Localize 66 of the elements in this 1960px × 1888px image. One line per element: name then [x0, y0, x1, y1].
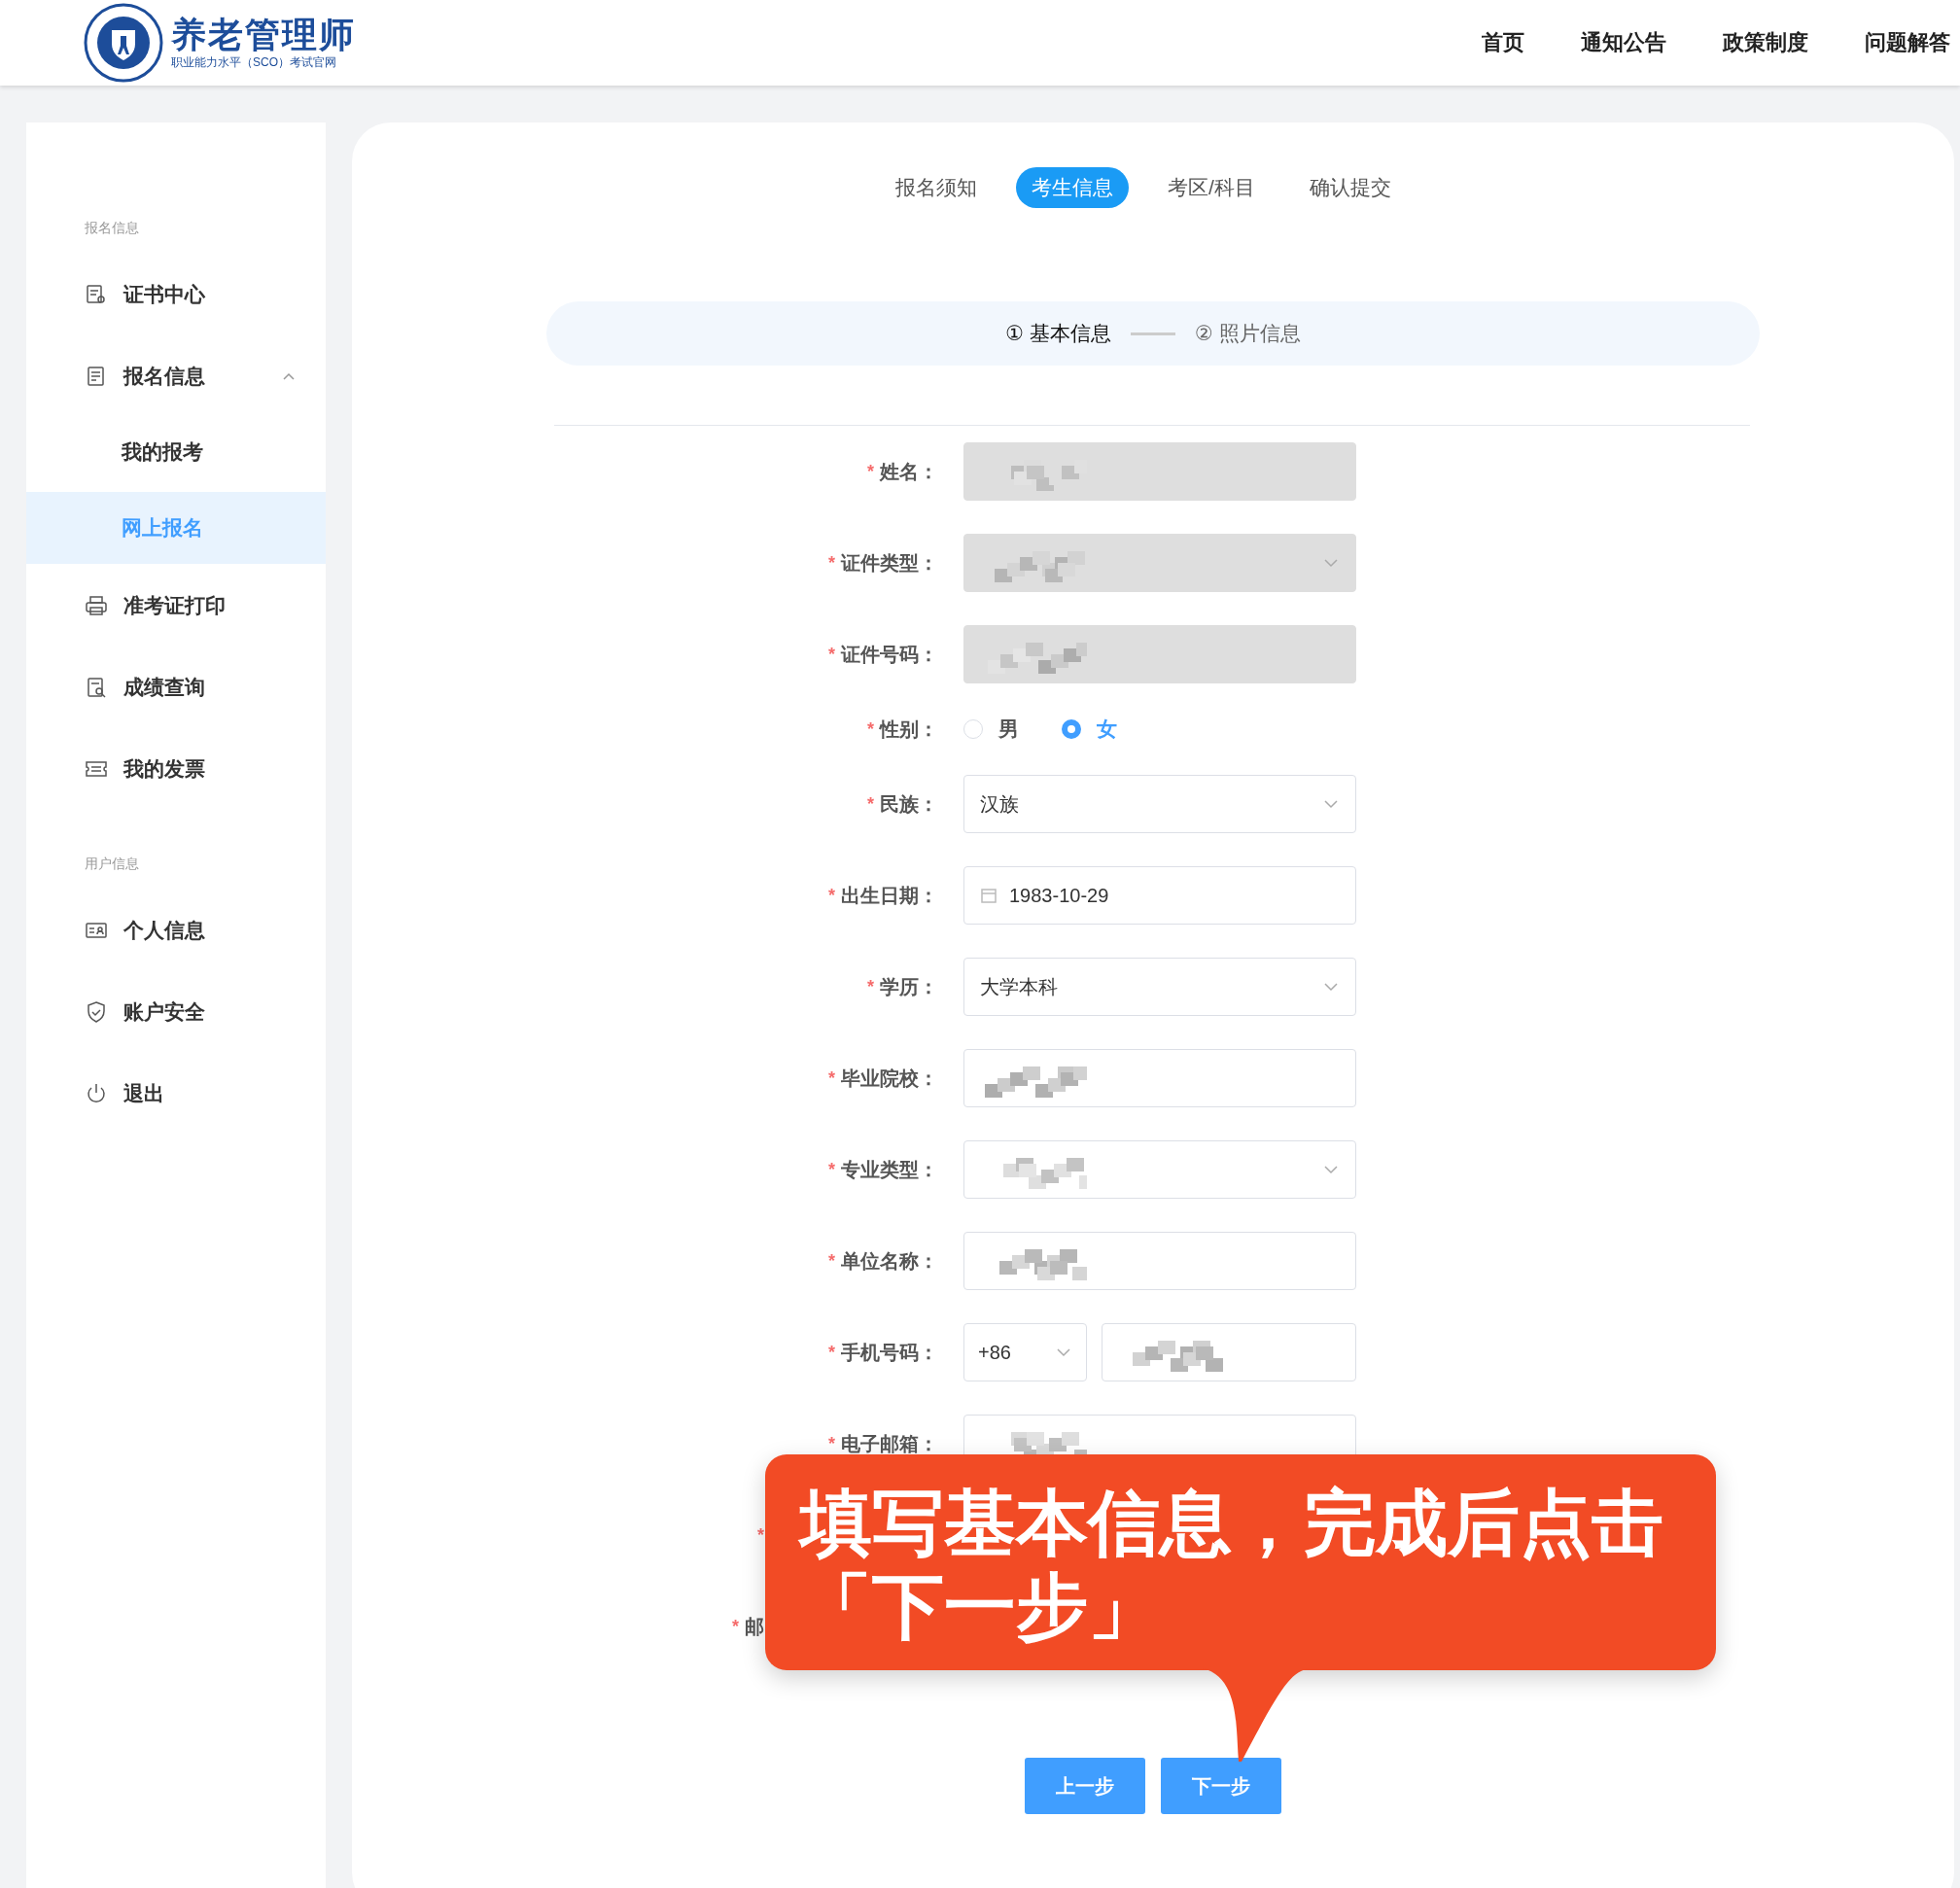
text-field[interactable]: [963, 1049, 1356, 1107]
field-label: 学历：: [880, 974, 938, 999]
required-mark: *: [828, 1159, 835, 1180]
required-mark: *: [828, 885, 835, 906]
step-tab[interactable]: 确认提交: [1293, 167, 1407, 208]
field-label: 性别：: [880, 717, 938, 742]
field-label: 民族：: [880, 791, 938, 817]
sidebar-item[interactable]: 成绩查询: [26, 651, 326, 723]
field-label: 证件类型：: [841, 550, 938, 576]
search-doc-icon: [85, 676, 108, 699]
field-label: 证件号码：: [841, 642, 938, 667]
required-mark: *: [828, 1433, 835, 1454]
nav-link[interactable]: 政策制度: [1723, 28, 1808, 57]
required-mark: *: [828, 1342, 835, 1363]
field-label: 专业类型：: [841, 1157, 938, 1182]
step-label: ① 基本信息: [1005, 321, 1111, 346]
field-label: 手机号码：: [841, 1340, 938, 1365]
required-mark: *: [867, 718, 874, 740]
sidebar-item[interactable]: 退出: [26, 1058, 326, 1130]
certificate-icon: [85, 283, 108, 306]
required-mark: *: [828, 1250, 835, 1272]
sidebar-subitem[interactable]: 我的报考: [26, 416, 326, 488]
text-field[interactable]: [963, 1232, 1356, 1290]
field-label: 电子邮箱：: [841, 1431, 938, 1456]
sidebar-item[interactable]: 个人信息: [26, 894, 326, 966]
callout-text: 填写基本信息，完成后点击「下一步」: [800, 1482, 1664, 1649]
country-code-select[interactable]: +86: [963, 1323, 1087, 1381]
nav-link[interactable]: 首页: [1482, 28, 1524, 57]
sidebar-item[interactable]: 我的发票: [26, 733, 326, 805]
radio-button[interactable]: [1062, 719, 1081, 739]
site-title: 养老管理师: [171, 15, 356, 54]
shield-icon: [85, 1000, 108, 1024]
field-label: 毕业院校：: [841, 1066, 938, 1091]
select-field[interactable]: 汉族: [963, 775, 1356, 833]
sidebar-item[interactable]: 准考证打印: [26, 570, 326, 642]
sidebar-item[interactable]: 报名信息: [26, 340, 326, 412]
required-mark: *: [732, 1616, 739, 1637]
sidebar-item[interactable]: 证书中心: [26, 259, 326, 331]
field-label: 邮: [745, 1614, 764, 1639]
power-icon: [85, 1082, 108, 1105]
calendar-icon: [980, 887, 998, 904]
select-field[interactable]: 大学本科: [963, 958, 1356, 1016]
section-heading: 报名信息: [85, 219, 140, 237]
field-label: 单位名称：: [841, 1248, 938, 1274]
step-tab[interactable]: 考区/科目: [1152, 167, 1271, 208]
sidebar-item[interactable]: 账户安全: [26, 976, 326, 1048]
required-mark: *: [828, 552, 835, 574]
phone-field[interactable]: [1102, 1323, 1356, 1381]
date-field[interactable]: 1983-10-29: [963, 866, 1356, 925]
step-label: ② 照片信息: [1195, 321, 1301, 346]
select-field[interactable]: [963, 1140, 1356, 1199]
required-mark: *: [828, 644, 835, 665]
section-heading: 用户信息: [85, 855, 140, 873]
site-subtitle: 职业能力水平（SCO）考试官网: [171, 53, 337, 71]
required-mark: *: [757, 1524, 764, 1546]
field-label: 出生日期：: [841, 883, 938, 908]
nav-link[interactable]: 通知公告: [1581, 28, 1666, 57]
nav-link[interactable]: 问题解答: [1865, 28, 1950, 57]
radio-label[interactable]: 男: [998, 716, 1019, 743]
step-tab[interactable]: 报名须知: [880, 167, 994, 208]
printer-icon: [85, 594, 108, 617]
required-mark: *: [867, 793, 874, 815]
field-label: 姓名：: [880, 459, 938, 484]
required-mark: *: [867, 461, 874, 482]
required-mark: *: [828, 1067, 835, 1089]
required-mark: *: [867, 976, 874, 997]
